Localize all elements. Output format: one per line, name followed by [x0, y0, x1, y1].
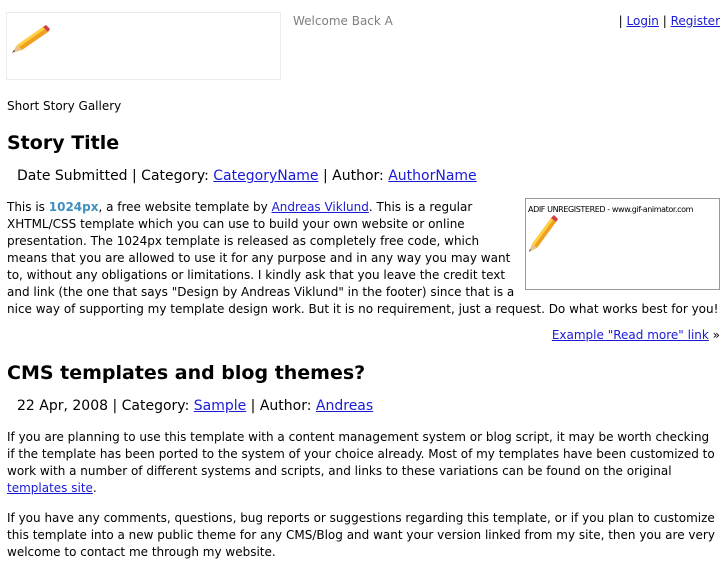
- read-more-arrow: »: [708, 328, 720, 342]
- post-body: ADIF UNREGISTERED - www.gif-animator.com…: [7, 198, 720, 344]
- author-label: | Author:: [318, 168, 389, 184]
- author-link[interactable]: AuthorName: [388, 168, 476, 184]
- brand-name: 1024px: [48, 200, 99, 214]
- site-logo[interactable]: [7, 13, 280, 79]
- author-site-link[interactable]: Andreas Viklund: [272, 200, 369, 214]
- pencil-icon: [529, 215, 558, 252]
- read-more-link[interactable]: Example "Read more" link: [552, 328, 709, 342]
- post-meta: Date Submitted | Category: CategoryName …: [17, 167, 720, 185]
- author-link[interactable]: Andreas: [316, 398, 373, 414]
- gallery-label: Short Story Gallery: [7, 99, 122, 113]
- category-link[interactable]: Sample: [194, 398, 247, 414]
- post-cms: CMS templates and blog themes? 22 Apr, 2…: [7, 361, 720, 574]
- post-date-category-label: Date Submitted | Category:: [17, 168, 214, 184]
- register-link[interactable]: Register: [671, 14, 720, 28]
- welcome-message: Welcome Back A: [293, 14, 393, 28]
- templates-site-link[interactable]: templates site: [7, 481, 93, 495]
- separator: |: [662, 14, 667, 28]
- read-more-row: Example "Read more" link »: [7, 327, 720, 344]
- post-meta: 22 Apr, 2008 | Category: Sample | Author…: [17, 397, 720, 415]
- post-body: If you are planning to use this template…: [7, 429, 720, 561]
- login-link[interactable]: Login: [627, 14, 659, 28]
- post-paragraph: If you have any comments, questions, bug…: [7, 511, 715, 559]
- pencil-icon: [12, 25, 50, 53]
- author-label: | Author:: [246, 398, 316, 414]
- post-date-category-label: 22 Apr, 2008 | Category:: [17, 398, 194, 414]
- post-title: CMS templates and blog themes?: [7, 362, 366, 384]
- account-links: | Login | Register: [619, 14, 720, 28]
- separator: |: [618, 14, 623, 28]
- category-link[interactable]: CategoryName: [213, 168, 318, 184]
- post-thumbnail: ADIF UNREGISTERED - www.gif-animator.com: [525, 198, 720, 290]
- post-story: Story Title Date Submitted | Category: C…: [7, 131, 720, 344]
- post-title: Story Title: [7, 132, 120, 154]
- post-paragraph: If you are planning to use this template…: [7, 430, 715, 495]
